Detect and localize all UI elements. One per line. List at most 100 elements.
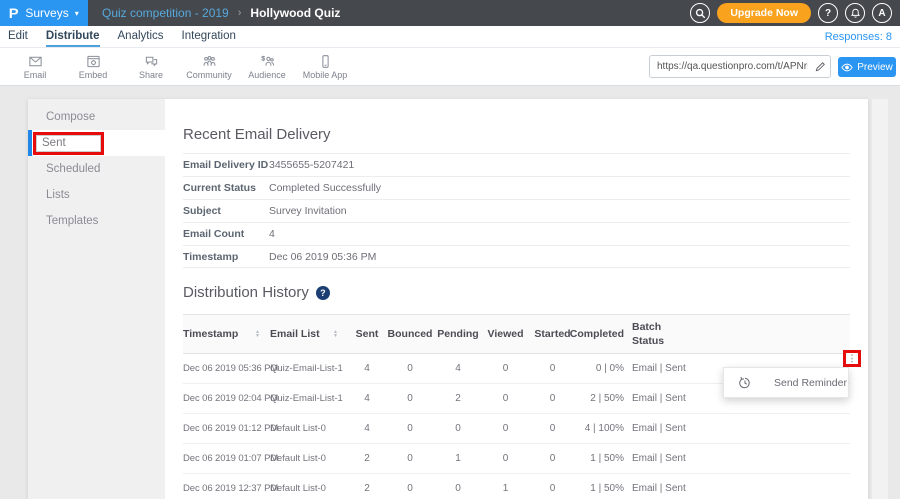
sidebar-item-lists[interactable]: Lists [28,182,165,208]
survey-url-input[interactable] [650,61,810,72]
channel-share-label: Share [139,70,163,80]
cell-pending: 2 [434,393,482,404]
smartphone-icon [317,54,334,69]
table-row: Dec 06 2019 01:07 PM Default List-0 2 0 … [183,444,850,474]
cell-started: 0 [529,423,576,434]
info-label: Current Status [183,182,269,194]
cell-timestamp: Dec 06 2019 12:37 PM [183,483,270,494]
edit-url-button[interactable] [810,61,830,72]
cell-timestamp: Dec 06 2019 01:07 PM [183,453,270,464]
kebab-menu-icon: ⋮ [848,354,857,363]
channel-audience[interactable]: $ Audience [238,54,296,80]
svg-text:$: $ [261,55,265,62]
people-group-icon [201,54,218,69]
survey-nav-bar: Edit Distribute Analytics Integration Re… [0,26,900,48]
cell-viewed: 0 [482,363,529,374]
info-row-current-status: Current Status Completed Successfully [183,176,850,199]
distribution-history-title: Distribution History [183,284,309,301]
row-menu-button[interactable]: ⋮ [843,350,861,367]
sidebar-item-sent[interactable]: Sent [28,130,165,156]
channel-embed[interactable]: Embed [64,54,122,80]
envelope-icon [27,54,44,69]
tab-distribute[interactable]: Distribute [46,26,100,47]
cell-timestamp: Dec 06 2019 01:12 PM [183,423,270,434]
info-label: Email Delivery ID [183,159,269,171]
cell-bounced: 0 [386,453,434,464]
dollar-people-icon: $ [259,54,276,69]
info-row-email-count: Email Count 4 [183,222,850,245]
survey-url-box [649,55,831,78]
cell-completed: 1 | 50% [576,453,632,464]
responses-count[interactable]: Responses: 8 [825,31,892,43]
cell-bounced: 0 [386,393,434,404]
send-reminder-menu-item[interactable]: Send Reminder [774,377,847,389]
col-bounced: Bounced [386,328,434,340]
preview-button[interactable]: Preview [838,57,896,77]
tab-integration[interactable]: Integration [182,26,236,47]
sidebar-item-sent-label: Sent [36,135,101,152]
sidebar-item-scheduled[interactable]: Scheduled [28,156,165,182]
cell-batch-status: Email | Sent [632,363,712,374]
top-header-bar: P Surveys ▾ Quiz competition - 2019 › Ho… [0,0,900,26]
help-circle-icon[interactable]: ? [316,286,330,300]
sort-icon[interactable]: ▲▼ [255,330,260,338]
nav-tabs: Edit Distribute Analytics Integration [8,26,236,47]
surveys-menu[interactable]: P Surveys ▾ [0,0,88,26]
content-card: Compose Sent Scheduled Lists Templates R… [28,99,868,499]
question-mark-icon: ? [825,8,831,19]
cell-completed: 1 | 50% [576,483,632,494]
info-value: Dec 06 2019 05:36 PM [269,251,376,263]
cell-started: 0 [529,393,576,404]
info-label: Email Count [183,228,269,240]
cell-started: 0 [529,363,576,374]
notifications-button[interactable] [845,3,865,23]
cell-sent: 4 [348,423,386,434]
breadcrumb-separator: › [238,7,242,19]
cell-email-list: Default List-0 [270,483,348,494]
col-completed: Completed [576,328,632,340]
embed-window-gear-icon [85,54,102,69]
col-timestamp[interactable]: Timestamp ▲▼ [183,328,270,340]
cell-sent: 2 [348,483,386,494]
cell-email-list: Quiz-Email-List-1 [270,393,348,404]
upgrade-now-button[interactable]: Upgrade Now [717,3,811,23]
col-viewed: Viewed [482,328,529,340]
cell-batch-status: Email | Sent [632,483,712,494]
info-value: Completed Successfully [269,182,381,194]
help-button[interactable]: ? [818,3,838,23]
surveys-menu-label: Surveys [25,6,68,20]
info-value: Survey Invitation [269,205,347,217]
avatar-initial: A [878,8,885,19]
channel-mobile-app[interactable]: Mobile App [296,54,354,80]
info-row-delivery-id: Email Delivery ID 3455655-5207421 [183,153,850,176]
tab-edit[interactable]: Edit [8,26,28,47]
channel-buttons: Email Embed Share Community $ Audience M… [0,54,354,80]
channel-share[interactable]: Share [122,54,180,80]
right-scroll-gutter[interactable] [872,99,888,499]
distribution-history-header: Distribution History ? [183,284,850,301]
annotation-box-sent: Sent [33,132,104,155]
cell-sent: 4 [348,363,386,374]
info-value: 3455655-5207421 [269,159,354,171]
col-email-list[interactable]: Email List ▲▼ [270,328,348,340]
sort-icon[interactable]: ▲▼ [333,330,338,338]
cell-timestamp: Dec 06 2019 02:04 PM [183,393,270,404]
cell-viewed: 0 [482,423,529,434]
cell-started: 0 [529,453,576,464]
cell-sent: 2 [348,453,386,464]
eye-icon [841,63,853,72]
breadcrumb-parent-link[interactable]: Quiz competition - 2019 [102,6,229,20]
sidebar-item-templates[interactable]: Templates [28,208,165,234]
channel-email[interactable]: Email [6,54,64,80]
search-button[interactable] [690,3,710,23]
chevron-down-icon: ▾ [75,9,79,18]
avatar[interactable]: A [872,3,892,23]
cell-timestamp: Dec 06 2019 05:36 PM [183,363,270,374]
cell-bounced: 0 [386,423,434,434]
recent-email-delivery-title: Recent Email Delivery [183,126,850,143]
channel-community[interactable]: Community [180,54,238,80]
sidebar-item-compose[interactable]: Compose [28,104,165,130]
cell-email-list: Default List-0 [270,423,348,434]
email-sidebar: Compose Sent Scheduled Lists Templates [28,99,165,499]
tab-analytics[interactable]: Analytics [118,26,164,47]
